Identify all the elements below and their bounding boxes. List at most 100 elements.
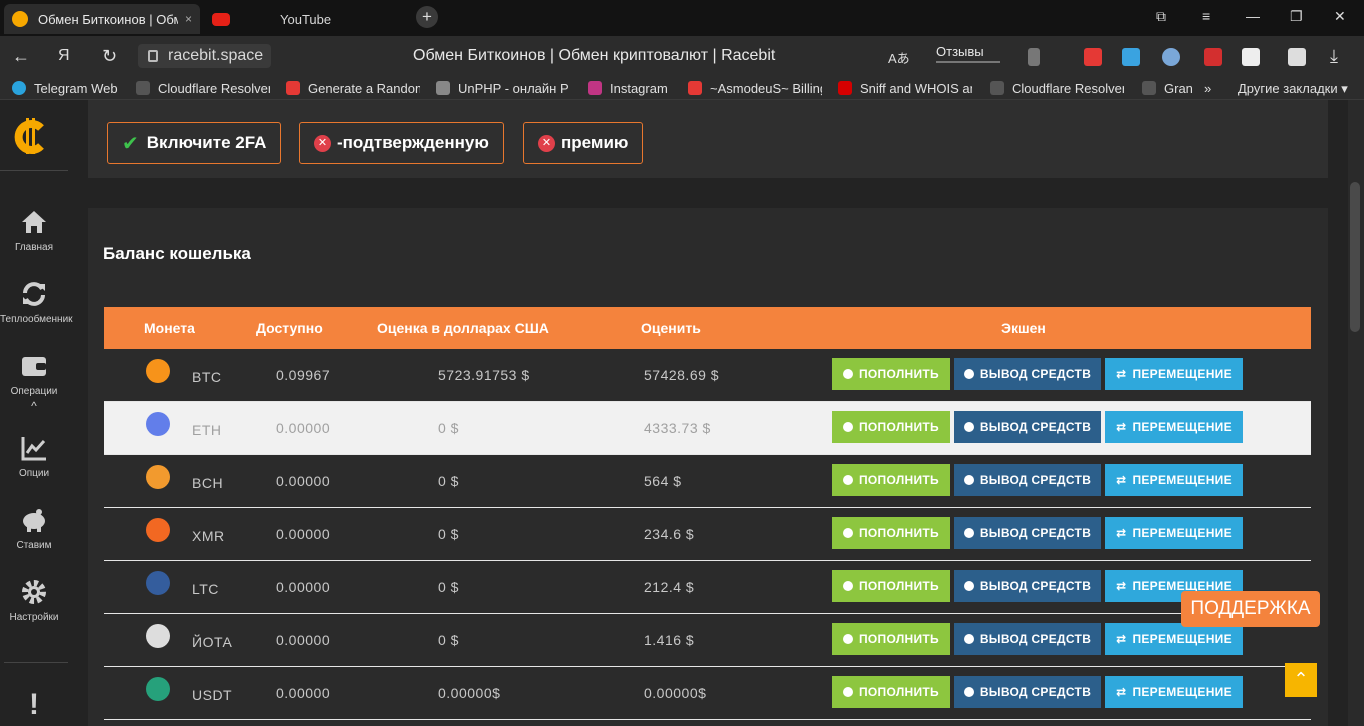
minimize-icon[interactable]: — [1246,8,1260,24]
extension-icon[interactable] [1162,48,1180,66]
arrow-down-icon [843,528,853,538]
deposit-button[interactable]: ПОПОЛНИТЬ [832,676,950,708]
collections-icon[interactable]: ⧉ [1156,8,1166,25]
lock-icon [148,50,158,62]
deposit-button[interactable]: ПОПОЛНИТЬ [832,411,950,443]
main-content: ✔ Включите 2FA ✕ -подтвержденную ✕ преми… [88,100,1328,726]
sidebar-item-exchange[interactable]: Теплообменник [0,280,73,325]
table-row: BTC 0.09967 5723.91753 $ 57428.69 $ ПОПОЛНИТ… [104,349,1311,402]
url-field[interactable]: racebit.space [138,44,272,68]
bookmark-item[interactable]: Generate a Random [286,81,420,96]
sidebar-item-options[interactable]: Опции [0,434,68,479]
reviews-button[interactable]: Отзывы [936,44,1000,63]
bookmark-item[interactable]: Cloudflare Resolver [136,81,270,96]
wallet-balance-title: Баланс кошелька [103,244,251,263]
download-icon[interactable]: ⤓ [1330,46,1338,67]
bookmarks-bar: Telegram Web Cloudflare Resolver Generat… [0,76,1364,100]
bookmark-item[interactable]: Gran [1142,81,1192,96]
close-window-icon[interactable]: ✕ [1334,8,1346,25]
swap-icon: ⇄ [1116,632,1127,646]
tab-youtube[interactable]: YouTube [204,4,400,34]
deposit-button[interactable]: ПОПОЛНИТЬ [832,623,950,655]
piggy-bank-icon [23,509,45,532]
transfer-button[interactable]: ⇄ ПЕРЕМЕЩЕНИЕ [1105,623,1243,655]
table-row: BCH 0.00000 0 $ 564 $ ПОПОЛНИТЬ ВЫВОД СРЕДСТВ… [104,455,1311,508]
withdraw-button[interactable]: ВЫВОД СРЕДСТВ [954,676,1101,708]
available-amount: 0.09967 [276,367,331,383]
extension-icon[interactable] [1084,48,1102,66]
deposit-button[interactable]: ПОПОЛНИТЬ [832,358,950,390]
column-header: Монета [144,320,195,336]
tab-title: YouTube [280,11,332,27]
yandex-icon[interactable]: Я [58,47,70,65]
transfer-button[interactable]: ⇄ ПЕРЕМЕЩЕНИЕ [1105,358,1243,390]
arrow-up-icon [963,475,974,485]
sidebar: Главная Теплообменник Операции ^ Опции С… [0,100,73,726]
verified-button[interactable]: ✕ -подтвержденную [299,122,504,164]
swap-icon: ⇄ [1116,685,1127,699]
bookmark-item[interactable]: UnPHP - онлайн P [436,81,570,96]
deposit-button[interactable]: ПОПОЛНИТЬ [832,570,950,602]
tab-strip: Обмен Биткоинов | Обм × YouTube + ⧉ ≡ — … [0,0,1364,36]
transfer-button[interactable]: ⇄ ПЕРЕМЕЩЕНИЕ [1105,676,1243,708]
extension-icon[interactable] [1122,48,1140,66]
verification-panel: ✔ Включите 2FA ✕ -подтвержденную ✕ преми… [88,100,1328,178]
support-button[interactable]: ПОДДЕРЖКА [1181,591,1320,627]
bookmark-icon[interactable] [1028,48,1040,66]
racebit-icon [12,11,28,27]
deposit-button[interactable]: ПОПОЛНИТЬ [832,464,950,496]
deposit-button[interactable]: ПОПОЛНИТЬ [832,517,950,549]
premium-button[interactable]: ✕ премию [523,122,644,164]
bookmark-item[interactable]: Sniff and WHOIS an [838,81,972,96]
extension-icon[interactable] [1204,48,1222,66]
qr-code-icon[interactable] [1242,48,1260,66]
tab-racebit[interactable]: Обмен Биткоинов | Обм × [4,4,200,34]
swap-icon: ⇄ [1116,526,1127,540]
other-bookmarks[interactable]: Другие закладки ▾ [1238,81,1348,97]
bookmark-item[interactable]: Telegram Web [12,81,124,96]
transfer-button[interactable]: ⇄ ПЕРЕМЕЩЕНИЕ [1105,517,1243,549]
more-bookmarks-icon[interactable]: » [1204,81,1211,96]
bookmark-item[interactable]: ~AsmodeuS~ Billing [688,81,822,96]
collapse-icon[interactable]: ^ [0,399,68,413]
enable-2fa-button[interactable]: ✔ Включите 2FA [107,122,282,164]
available-amount: 0.00000 [276,473,331,489]
maximize-icon[interactable]: ❐ [1290,8,1303,25]
monero-icon [146,518,170,542]
withdraw-button[interactable]: ВЫВОД СРЕДСТВ [954,464,1101,496]
rate-value: 212.4 $ [644,579,695,595]
sidebar-divider [4,662,68,663]
bookmark-item[interactable]: Instagram [588,81,674,96]
transfer-button[interactable]: ⇄ ПЕРЕМЕЩЕНИЕ [1105,464,1243,496]
sidebar-item-home[interactable]: Главная [0,208,68,253]
alert-icon[interactable]: ! [0,688,68,722]
scrollbar[interactable] [1348,100,1364,726]
scrollbar-thumb[interactable] [1350,182,1360,332]
reload-icon[interactable]: ↻ [102,46,117,67]
withdraw-button[interactable]: ВЫВОД СРЕДСТВ [954,358,1101,390]
racebit-logo[interactable] [12,114,46,158]
sidebar-item-staking[interactable]: Ставим [0,506,68,551]
withdraw-button[interactable]: ВЫВОД СРЕДСТВ [954,411,1101,443]
withdraw-button[interactable]: ВЫВОД СРЕДСТВ [954,623,1101,655]
translate-icon[interactable]: Aあ [888,48,910,67]
withdraw-button[interactable]: ВЫВОД СРЕДСТВ [954,570,1101,602]
home-icon [22,211,46,233]
new-tab-button[interactable]: + [416,6,438,28]
arrow-up-icon [963,528,974,538]
back-icon[interactable]: ← [12,46,30,67]
close-tab-icon[interactable]: × [185,12,192,26]
sidebar-item-operations[interactable]: Операции ^ [0,352,68,413]
sidebar-item-settings[interactable]: Настройки [0,578,68,623]
swap-icon: ⇄ [1116,367,1127,381]
table-row: ETH 0.00000 0 $ 4333.73 $ ПОПОЛНИТЬ ВЫВОД СРЕ… [104,402,1311,455]
column-header: Экшен [1001,320,1046,336]
withdraw-button[interactable]: ВЫВОД СРЕДСТВ [954,517,1101,549]
exchange-icon [23,282,45,306]
transfer-button[interactable]: ⇄ ПЕРЕМЕЩЕНИЕ [1105,411,1243,443]
extension-icon[interactable] [1288,48,1306,66]
scroll-to-top-button[interactable]: ⌃ [1285,663,1317,697]
generate-icon [286,81,300,95]
bookmark-item[interactable]: Cloudflare Resolver [990,81,1124,96]
menu-icon[interactable]: ≡ [1202,8,1210,24]
